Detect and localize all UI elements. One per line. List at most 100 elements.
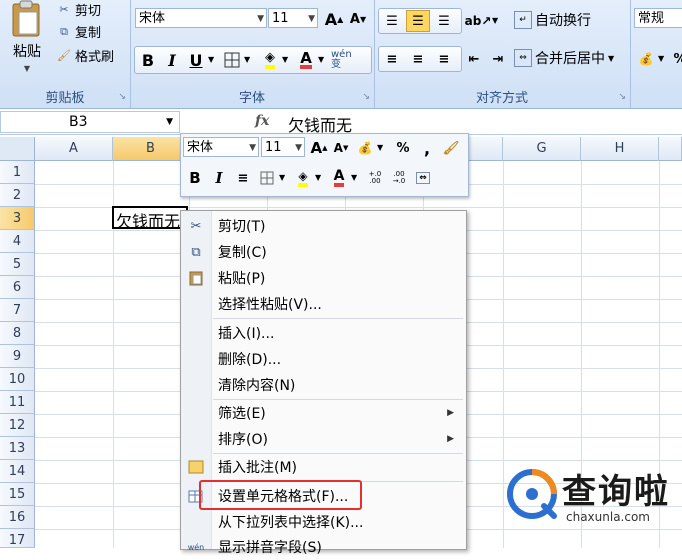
mini-format-painter-button[interactable]: 🖌 xyxy=(439,137,463,159)
row-header[interactable]: 15 xyxy=(0,483,35,506)
border-button[interactable] xyxy=(220,49,244,71)
wrap-text-button[interactable]: ↵ 自动换行 xyxy=(514,10,591,30)
row-header[interactable]: 13 xyxy=(0,437,35,460)
align-left-button[interactable]: ≡ xyxy=(380,48,404,70)
chevron-down-icon[interactable]: ▼ xyxy=(208,55,214,64)
font-name-combo[interactable]: 宋体 ▼ xyxy=(135,8,267,28)
underline-button[interactable]: U xyxy=(184,49,208,71)
menu-item-copy[interactable]: ⧉ 复制(C) xyxy=(181,239,466,265)
chevron-down-icon[interactable]: ▼ xyxy=(608,54,614,63)
mini-shrink-font-button[interactable]: A ▼ xyxy=(329,137,353,159)
fx-icon[interactable]: fx xyxy=(255,113,269,129)
chevron-down-icon[interactable]: ▼ xyxy=(244,55,250,64)
row-header[interactable]: 12 xyxy=(0,414,35,437)
font-color-button[interactable]: A xyxy=(294,49,318,71)
menu-item-paste[interactable]: 粘贴(P) xyxy=(181,265,466,291)
cut-button[interactable]: ✂ 剪切 xyxy=(56,0,101,19)
menu-item-show-phonetic[interactable]: wén 显示拼音字段(S) xyxy=(181,534,466,560)
font-size-combo[interactable]: 11 ▼ xyxy=(268,8,318,28)
menu-item-sort[interactable]: 排序(O) ▶ xyxy=(181,426,466,452)
mini-bold-button[interactable]: B xyxy=(183,167,207,189)
mini-font-size-combo[interactable]: 11 ▼ xyxy=(261,137,305,157)
row-header[interactable]: 14 xyxy=(0,460,35,483)
italic-button[interactable]: I xyxy=(160,49,184,71)
mini-italic-button[interactable]: I xyxy=(207,167,231,189)
align-middle-button[interactable]: ☰ xyxy=(406,10,430,32)
row-header[interactable]: 17 xyxy=(0,529,35,548)
mini-decrease-decimal-button[interactable]: .00 →.0 xyxy=(387,167,411,189)
row-header[interactable]: 1 xyxy=(0,161,35,184)
column-header-i[interactable] xyxy=(659,137,682,161)
row-header[interactable]: 3 xyxy=(0,207,35,230)
align-right-button[interactable]: ≡ xyxy=(432,48,456,70)
column-header-a[interactable]: A xyxy=(35,137,113,161)
number-format-combo[interactable]: 常规 xyxy=(634,8,682,28)
row-header[interactable]: 10 xyxy=(0,368,35,391)
phonetic-button[interactable]: wén 变 xyxy=(330,49,360,71)
mini-font-name-combo[interactable]: 宋体 ▼ xyxy=(183,137,259,157)
chevron-down-icon[interactable]: ▼ xyxy=(249,138,256,158)
chevron-down-icon[interactable]: ▼ xyxy=(257,9,264,29)
row-header[interactable]: 8 xyxy=(0,322,35,345)
chevron-down-icon[interactable]: ▼ xyxy=(308,9,315,29)
bold-button[interactable]: B xyxy=(136,49,160,71)
row-header[interactable]: 5 xyxy=(0,253,35,276)
dialog-launcher-icon[interactable]: ↘ xyxy=(362,92,370,102)
row-header[interactable]: 11 xyxy=(0,391,35,414)
dialog-launcher-icon[interactable]: ↘ xyxy=(118,92,126,102)
chevron-down-icon[interactable]: ▼ xyxy=(318,55,324,64)
chevron-down-icon[interactable]: ▼ xyxy=(658,54,664,63)
chevron-down-icon[interactable]: ▼ xyxy=(282,55,288,64)
chevron-down-icon[interactable]: ▼ xyxy=(295,138,302,158)
mini-grow-font-button[interactable]: A ▲ xyxy=(307,137,331,159)
mini-accounting-button[interactable]: 💰 xyxy=(353,137,377,159)
menu-item-paste-special[interactable]: 选择性粘贴(V)... xyxy=(181,291,466,317)
align-top-button[interactable]: ☰ xyxy=(380,10,404,32)
menu-item-delete[interactable]: 删除(D)... xyxy=(181,346,466,372)
select-all-corner[interactable] xyxy=(0,137,35,161)
active-cell-b3[interactable]: 欠钱而无 xyxy=(112,206,188,231)
mini-center-button[interactable]: ≡ xyxy=(231,167,255,189)
mini-border-button[interactable] xyxy=(255,167,279,189)
chevron-down-icon[interactable]: ▼ xyxy=(166,117,173,127)
menu-item-insert[interactable]: 插入(I)... xyxy=(181,320,466,346)
shrink-font-button[interactable]: A ▼ xyxy=(346,8,370,30)
align-center-button[interactable]: ≡ xyxy=(406,48,430,70)
align-bottom-button[interactable]: ☰ xyxy=(432,10,456,32)
menu-item-clear-contents[interactable]: 清除内容(N) xyxy=(181,372,466,398)
row-header[interactable]: 4 xyxy=(0,230,35,253)
paste-button[interactable]: 粘贴 ▼ xyxy=(6,0,48,80)
menu-item-filter[interactable]: 筛选(E) ▶ xyxy=(181,400,466,426)
row-header[interactable]: 16 xyxy=(0,506,35,529)
accounting-format-button[interactable]: 💰 xyxy=(634,48,658,70)
menu-item-pick-from-list[interactable]: 从下拉列表中选择(K)... xyxy=(181,509,466,535)
row-header[interactable]: 6 xyxy=(0,276,35,299)
format-painter-button[interactable]: 🖌 格式刷 xyxy=(56,46,114,65)
row-header[interactable]: 9 xyxy=(0,345,35,368)
mini-fill-color-button[interactable]: ◈ xyxy=(291,167,315,189)
orientation-button[interactable]: ab↗ xyxy=(465,10,492,32)
column-header-b[interactable]: B xyxy=(113,137,189,161)
decrease-indent-button[interactable]: ⇤ xyxy=(462,48,486,70)
name-box[interactable]: B3 ▼ xyxy=(0,111,180,133)
row-header[interactable]: 7 xyxy=(0,299,35,322)
menu-item-insert-comment[interactable]: 插入批注(M) xyxy=(181,454,466,480)
column-header-g[interactable]: G xyxy=(503,137,581,161)
chevron-down-icon[interactable]: ▼ xyxy=(279,173,285,182)
merge-center-button[interactable]: ⇔ 合并后居中 ▼ xyxy=(514,48,614,68)
copy-button[interactable]: ⧉ 复制 xyxy=(56,22,101,42)
fill-color-button[interactable]: ◈ xyxy=(258,49,282,71)
grow-font-button[interactable]: A ▲ xyxy=(322,8,346,30)
increase-indent-button[interactable]: ⇥ xyxy=(486,48,510,70)
chevron-down-icon[interactable]: ▼ xyxy=(377,143,383,152)
mini-comma-button[interactable]: , xyxy=(415,137,439,159)
column-header-h[interactable]: H xyxy=(581,137,659,161)
row-header[interactable]: 2 xyxy=(0,184,35,207)
dialog-launcher-icon[interactable]: ↘ xyxy=(618,92,626,102)
mini-merge-button[interactable]: ⇔ xyxy=(411,167,435,189)
mini-font-color-button[interactable]: A xyxy=(327,167,351,189)
chevron-down-icon[interactable]: ▼ xyxy=(351,173,357,182)
mini-percent-button[interactable]: % xyxy=(391,137,415,159)
percent-button[interactable]: % xyxy=(668,48,682,70)
chevron-down-icon[interactable]: ▼ xyxy=(315,173,321,182)
